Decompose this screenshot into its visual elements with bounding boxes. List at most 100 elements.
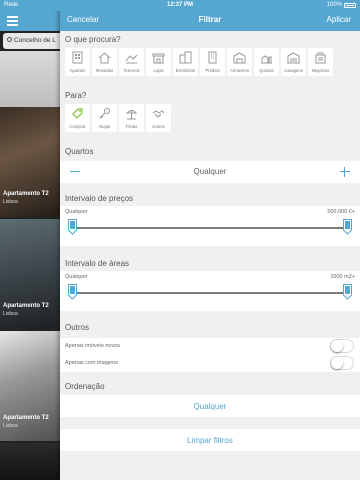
house-icon: [98, 52, 111, 64]
toggle-knob: [331, 357, 343, 369]
type-tile-shop[interactable]: Lojas: [146, 48, 171, 76]
price-min-handle[interactable]: [68, 219, 77, 235]
tile-label: Outros: [152, 124, 165, 129]
battery-percent: 100%: [326, 2, 342, 8]
tile-label: Moradias: [95, 68, 114, 73]
rooms-heading: Quartos: [65, 147, 94, 156]
listing-card[interactable]: [0, 51, 60, 107]
others-heading: Outros: [65, 323, 90, 332]
purpose-heading: Para?: [65, 91, 87, 100]
apply-button[interactable]: Aplicar: [327, 15, 351, 24]
area-min-label: Qualquer: [65, 274, 88, 280]
type-tile-farm[interactable]: Quintas: [254, 48, 279, 76]
listing-location: Lisboa: [3, 423, 18, 429]
property-type-selector: Apartam Moradias Terrenos Lojas Escritór…: [65, 48, 333, 76]
vacation-icon: [125, 110, 138, 120]
background-search-field[interactable]: Concelho de L: [3, 33, 60, 49]
tile-label: Prédios: [205, 68, 220, 73]
tile-label: Quintas: [259, 68, 274, 73]
listing-location: Lisboa: [3, 199, 18, 205]
tile-label: Negócios: [311, 68, 330, 73]
tile-label: Lojas: [153, 68, 164, 73]
new-only-toggle[interactable]: [330, 339, 354, 353]
warehouse-icon: [233, 52, 246, 64]
tile-label: Armazéns: [230, 68, 249, 73]
tile-label: Comprar: [69, 124, 86, 129]
filter-nav-bar: Cancelar Filtrar Aplicar: [60, 11, 360, 31]
listing-photo: [0, 443, 60, 480]
type-tile-garage[interactable]: Garagens: [281, 48, 306, 76]
option-label: Apenas com imagens: [65, 360, 118, 366]
listing-card[interactable]: [0, 443, 60, 480]
purpose-tile-rent[interactable]: Alugar: [92, 104, 117, 132]
rooms-value: Qualquer: [193, 167, 227, 176]
listing-photo: [0, 51, 60, 107]
price-range-slider: Qualquer 500.000 €+: [60, 206, 360, 246]
toggle-knob: [331, 340, 343, 352]
images-only-toggle[interactable]: [330, 356, 354, 370]
nav-title: Filtrar: [198, 15, 222, 24]
others-options: Apenas imóveis novos Apenas com imagens: [60, 338, 360, 372]
purpose-tile-vacation[interactable]: Férias: [119, 104, 144, 132]
option-new-only: Apenas imóveis novos: [60, 338, 360, 355]
purpose-tile-buy[interactable]: Comprar: [65, 104, 90, 132]
type-tile-business[interactable]: Negócios: [308, 48, 333, 76]
area-min-handle[interactable]: [68, 284, 77, 300]
area-range-heading: Intervalo de áreas: [65, 259, 130, 268]
menu-icon[interactable]: [7, 16, 18, 26]
listing-location: Lisboa: [3, 311, 18, 317]
listing-title: Apartamento T2: [3, 191, 49, 197]
tile-label: Férias: [125, 124, 138, 129]
building-icon: [208, 51, 217, 64]
price-max-label: 500.000 €+: [327, 209, 355, 215]
battery-indicator: 100%: [327, 2, 356, 8]
listing-card[interactable]: Apartamento T2 Lisboa: [0, 331, 60, 441]
type-tile-house[interactable]: Moradias: [92, 48, 117, 76]
type-tile-building[interactable]: Prédios: [200, 48, 225, 76]
tile-label: Alugar: [98, 124, 111, 129]
office-icon: [179, 51, 192, 64]
price-min-label: Qualquer: [65, 209, 88, 215]
area-slider-track: [72, 292, 348, 294]
garage-icon: [287, 52, 300, 64]
farm-icon: [261, 55, 272, 64]
option-label: Apenas imóveis novos: [65, 343, 121, 349]
listing-title: Apartamento T2: [3, 415, 49, 421]
clock: 12:37 PM: [166, 2, 193, 8]
status-bar: Rede 12:37 PM 100%: [0, 0, 360, 11]
battery-icon: [344, 2, 356, 8]
purpose-tile-other[interactable]: Outros: [146, 104, 171, 132]
filter-panel: Cancelar Filtrar Aplicar O que procura? …: [60, 0, 360, 480]
tile-label: Terrenos: [123, 68, 140, 73]
sorting-heading: Ordenação: [65, 382, 105, 391]
type-tile-warehouse[interactable]: Armazéns: [227, 48, 252, 76]
listing-card[interactable]: Apartamento T2 Lisboa: [0, 107, 60, 217]
area-max-label: 1000 m2+: [330, 274, 355, 280]
purpose-selector: Comprar Alugar Férias Outros: [65, 104, 171, 132]
price-max-handle[interactable]: [343, 219, 352, 235]
search-icon: [7, 37, 12, 42]
property-type-heading: O que procura?: [65, 35, 121, 44]
search-text: Concelho de L: [14, 37, 56, 44]
area-max-handle[interactable]: [343, 284, 352, 300]
rooms-increment-button[interactable]: [338, 165, 352, 179]
background-header: [0, 11, 60, 31]
tile-label: Apartam: [69, 68, 86, 73]
shop-icon: [152, 53, 165, 64]
handshake-icon: [152, 110, 165, 118]
clear-filters-button[interactable]: Limpar filtros: [60, 429, 360, 451]
background-listing-app: Concelho de L Apartamento T2 Lisboa Apar…: [0, 0, 60, 480]
price-slider-track: [72, 227, 348, 229]
listing-title: Apartamento T2: [3, 303, 49, 309]
apartment-icon: [72, 51, 83, 64]
rooms-stepper: Qualquer: [60, 161, 360, 183]
type-tile-land[interactable]: Terrenos: [119, 48, 144, 76]
business-icon: [315, 52, 326, 64]
price-range-heading: Intervalo de preços: [65, 194, 134, 203]
sorting-select[interactable]: Qualquer: [60, 395, 360, 417]
listing-card[interactable]: Apartamento T2 Lisboa: [0, 219, 60, 329]
land-icon: [125, 54, 138, 64]
type-tile-office[interactable]: Escritórios: [173, 48, 198, 76]
tile-label: Garagens: [284, 68, 303, 73]
type-tile-apartment[interactable]: Apartam: [65, 48, 90, 76]
